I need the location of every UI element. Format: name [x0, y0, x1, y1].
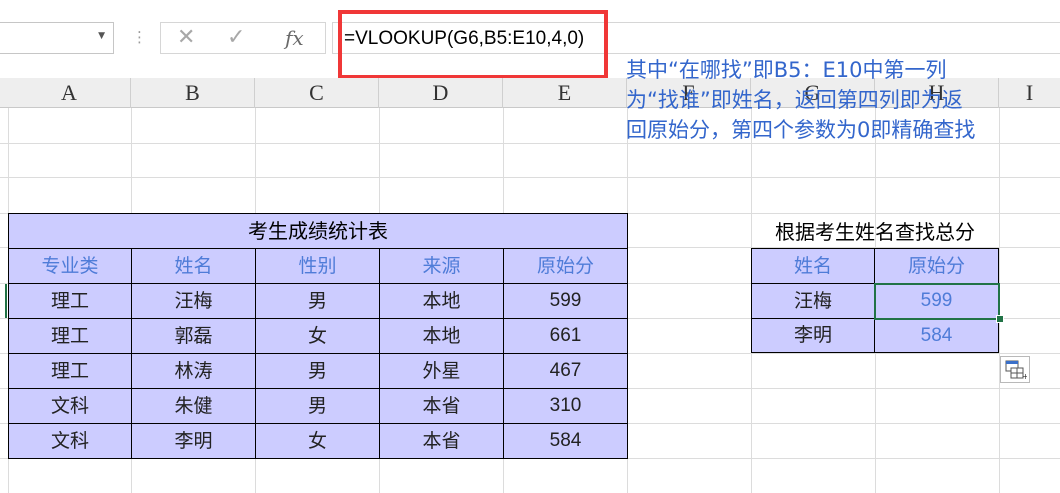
main-cell-origin[interactable]: 本地 [380, 319, 504, 354]
main-header-major[interactable]: 专业类 [8, 249, 132, 284]
formula-buttons: ✕ ✓ fx [160, 22, 326, 54]
cancel-icon[interactable]: ✕ [177, 24, 195, 52]
main-cell-gender[interactable]: 男 [256, 389, 380, 424]
column-header-d[interactable]: D [379, 78, 503, 108]
main-cell-score[interactable]: 599 [504, 284, 628, 319]
annotation-line: 为“找谁”即姓名，返回第四列即为返 [626, 88, 963, 112]
annotation-text: 其中“在哪找”即B5：E10中第一列 为“找谁”即姓名，返回第四列即为返 回原始… [626, 55, 1046, 145]
main-cell-gender[interactable]: 女 [256, 319, 380, 354]
main-cell-origin[interactable]: 本省 [380, 424, 504, 459]
main-table-title[interactable]: 考生成绩统计表 [8, 213, 628, 249]
active-cell-selection[interactable] [874, 283, 1000, 320]
annotation-line: 回原始分，第四个参数为0即精确查找 [626, 118, 976, 142]
main-cell-major[interactable]: 理工 [8, 284, 132, 319]
column-header-a[interactable]: A [8, 78, 131, 108]
main-cell-major[interactable]: 理工 [8, 319, 132, 354]
lookup-cell-score[interactable]: 584 [875, 319, 999, 353]
fill-handle[interactable] [996, 315, 1004, 323]
column-header-e[interactable]: E [503, 78, 627, 108]
main-header-origin[interactable]: 来源 [380, 249, 504, 284]
main-header-score[interactable]: 原始分 [504, 249, 628, 284]
main-cell-name[interactable]: 李明 [132, 424, 256, 459]
main-cell-name[interactable]: 汪梅 [132, 284, 256, 319]
column-header-c[interactable]: C [255, 78, 379, 108]
row-selection-marker [5, 284, 7, 318]
main-cell-major[interactable]: 文科 [8, 424, 132, 459]
main-cell-gender[interactable]: 男 [256, 354, 380, 389]
svg-text:+: + [1022, 372, 1027, 380]
lookup-cell-name[interactable]: 汪梅 [751, 284, 875, 319]
main-cell-origin[interactable]: 本省 [380, 389, 504, 424]
main-cell-score[interactable]: 467 [504, 354, 628, 389]
main-cell-gender[interactable]: 男 [256, 284, 380, 319]
insert-function-icon[interactable]: fx [285, 24, 304, 52]
annotation-line: 其中“在哪找”即B5：E10中第一列 [626, 58, 947, 82]
grid-line [0, 177, 1060, 178]
main-cell-major[interactable]: 文科 [8, 389, 132, 424]
main-cell-origin[interactable]: 外星 [380, 354, 504, 389]
check-icon[interactable]: ✓ [227, 24, 245, 52]
lookup-table-title[interactable]: 根据考生姓名查找总分 [751, 216, 999, 249]
main-cell-score[interactable]: 661 [504, 319, 628, 354]
chevron-down-icon[interactable]: ▼ [98, 31, 105, 41]
main-cell-name[interactable]: 郭磊 [132, 319, 256, 354]
main-cell-score[interactable]: 584 [504, 424, 628, 459]
formula-highlight-box [338, 10, 608, 79]
main-cell-origin[interactable]: 本地 [380, 284, 504, 319]
lookup-header-name[interactable]: 姓名 [751, 248, 875, 284]
name-box[interactable]: ▼ [0, 22, 114, 54]
paste-options-button[interactable]: + [1000, 356, 1030, 383]
paste-options-icon: + [1005, 360, 1027, 380]
column-header-b[interactable]: B [131, 78, 255, 108]
main-cell-name[interactable]: 林涛 [132, 354, 256, 389]
lookup-cell-name[interactable]: 李明 [751, 319, 875, 353]
main-cell-major[interactable]: 理工 [8, 354, 132, 389]
drag-handle-icon[interactable]: ⋮ [132, 28, 147, 46]
main-header-gender[interactable]: 性别 [256, 249, 380, 284]
main-header-name[interactable]: 姓名 [132, 249, 256, 284]
main-cell-gender[interactable]: 女 [256, 424, 380, 459]
lookup-header-score[interactable]: 原始分 [875, 248, 999, 284]
main-cell-name[interactable]: 朱健 [132, 389, 256, 424]
main-cell-score[interactable]: 310 [504, 389, 628, 424]
